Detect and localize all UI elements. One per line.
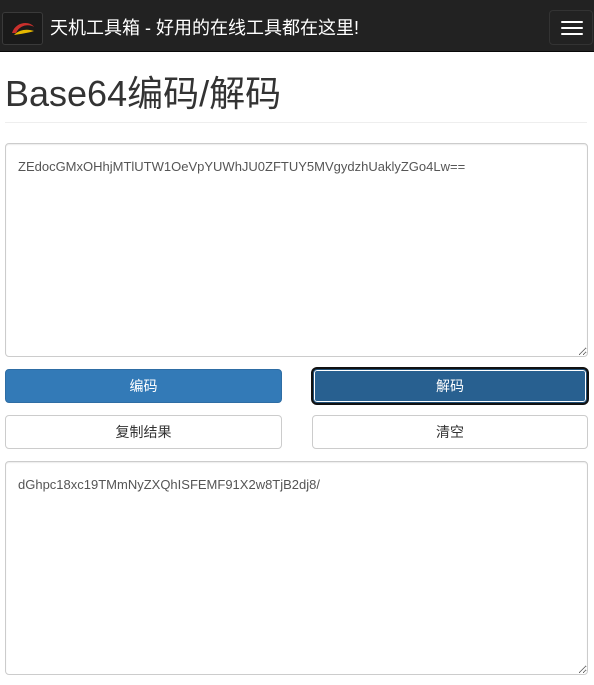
decode-button[interactable]: 解码 bbox=[313, 369, 587, 403]
brand-title[interactable]: 天机工具箱 - 好用的在线工具都在这里! bbox=[50, 17, 359, 39]
page-title: Base64编码/解码 bbox=[5, 73, 282, 114]
clear-button[interactable]: 清空 bbox=[312, 415, 588, 449]
menu-toggle-button[interactable] bbox=[549, 10, 593, 45]
input-textarea[interactable]: ZEdocGMxOHhjMTlUTW1OeVpYUWhJU0ZFTUY5MVgy… bbox=[5, 143, 588, 357]
menu-icon bbox=[561, 21, 583, 23]
divider bbox=[5, 122, 587, 123]
copy-result-button[interactable]: 复制结果 bbox=[5, 415, 282, 449]
navbar: 天机工具箱 - 好用的在线工具都在这里! bbox=[0, 0, 594, 52]
output-textarea[interactable]: dGhpc18xc19TMmNyZXQhISFEMF91X2w8TjB2dj8/ bbox=[5, 461, 588, 675]
brand-logo-icon[interactable] bbox=[2, 12, 43, 45]
encode-button[interactable]: 编码 bbox=[5, 369, 282, 403]
